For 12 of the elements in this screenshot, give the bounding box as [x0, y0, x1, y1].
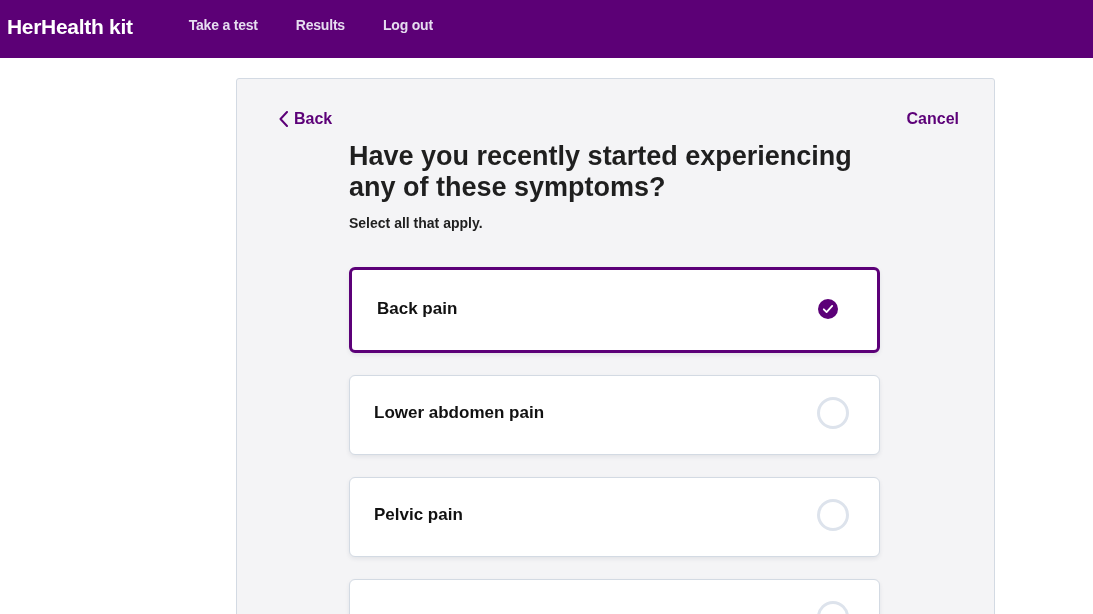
symptom-option[interactable]: Back pain: [349, 267, 880, 353]
symptom-option[interactable]: Lower abdomen pain: [349, 375, 880, 455]
nav-link[interactable]: Log out: [382, 17, 433, 33]
question-heading: Have you recently started experiencing any of these symptoms?: [349, 141, 853, 203]
symptom-option[interactable]: Pelvic pain: [349, 477, 880, 557]
logo-text[interactable]: HerHealth kit: [7, 15, 133, 39]
cancel-link[interactable]: Cancel: [906, 110, 959, 128]
instruction-text: Select all that apply.: [349, 215, 484, 231]
nav-link[interactable]: Results: [295, 17, 345, 33]
back-link[interactable]: Back: [279, 110, 333, 128]
chevron-left-icon: [279, 111, 288, 127]
nav-link[interactable]: Take a test: [188, 17, 258, 33]
